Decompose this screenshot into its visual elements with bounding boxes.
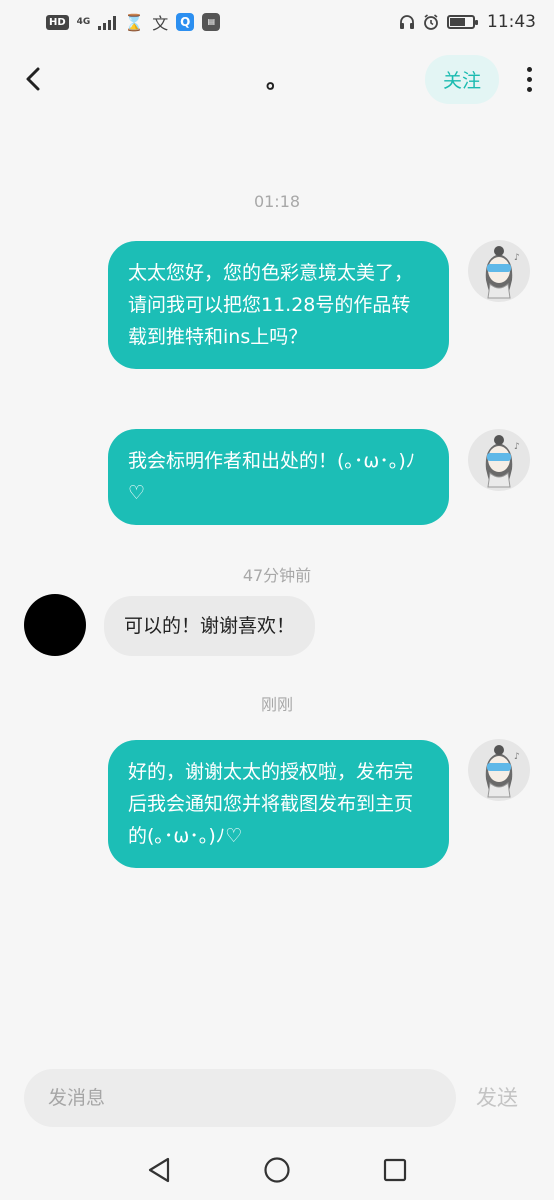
recents-square-icon[interactable] bbox=[382, 1156, 408, 1184]
svg-text:♪: ♪ bbox=[514, 253, 520, 263]
send-button[interactable]: 发送 bbox=[476, 1082, 518, 1112]
message-input[interactable] bbox=[24, 1069, 456, 1127]
timestamp: 01:18 bbox=[253, 192, 301, 211]
system-navigation-bar bbox=[0, 1140, 554, 1200]
back-triangle-icon[interactable] bbox=[146, 1156, 172, 1184]
chevron-left-icon bbox=[26, 67, 40, 91]
outgoing-message[interactable]: 太太您好，您的色彩意境太美了，请问我可以把您11.28号的作品转载到推特和ins… bbox=[108, 241, 449, 369]
chat-header: 。 关注 bbox=[0, 44, 554, 114]
headphones-icon bbox=[400, 15, 414, 29]
back-button[interactable] bbox=[18, 59, 48, 99]
search-app-icon: Q bbox=[176, 13, 195, 31]
contact-avatar[interactable] bbox=[24, 594, 86, 656]
outgoing-message[interactable]: 好的，谢谢太太的授权啦，发布完后我会通知您并将截图发布到主页的(｡･ω･｡)ﾉ♡ bbox=[108, 740, 449, 868]
status-bar: HD 4G ⌛ 文 Q ▤ 11:43 bbox=[0, 0, 554, 44]
status-icons-right: 11:43 bbox=[399, 12, 536, 32]
my-avatar[interactable]: ♪ bbox=[468, 240, 530, 302]
hourglass-icon: ⌛ bbox=[124, 12, 145, 32]
follow-button[interactable]: 关注 bbox=[424, 54, 499, 104]
network-type-label: 4G bbox=[76, 16, 91, 27]
alarm-icon bbox=[424, 14, 438, 30]
incoming-message[interactable]: 可以的！谢谢喜欢！ bbox=[104, 596, 316, 656]
hd-icon: HD bbox=[46, 14, 69, 30]
status-time: 11:43 bbox=[487, 12, 536, 32]
timestamp: 47分钟前 bbox=[242, 566, 312, 585]
signal-icon bbox=[98, 15, 117, 30]
outgoing-message[interactable]: 我会标明作者和出处的！(｡･ω･｡)ﾉ♡ bbox=[108, 429, 449, 525]
more-options-icon[interactable] bbox=[523, 63, 536, 96]
svg-text:♪: ♪ bbox=[514, 442, 520, 452]
svg-text:♪: ♪ bbox=[514, 752, 520, 762]
status-icons-left: HD 4G ⌛ 文 Q ▤ bbox=[46, 10, 221, 34]
my-avatar[interactable]: ♪ bbox=[468, 739, 530, 801]
home-circle-icon[interactable] bbox=[263, 1156, 291, 1184]
timestamp: 刚刚 bbox=[260, 695, 293, 714]
app-icon: ▤ bbox=[202, 13, 221, 31]
battery-icon bbox=[447, 15, 478, 29]
my-avatar[interactable]: ♪ bbox=[468, 429, 530, 491]
translate-icon: 文 bbox=[152, 14, 169, 33]
